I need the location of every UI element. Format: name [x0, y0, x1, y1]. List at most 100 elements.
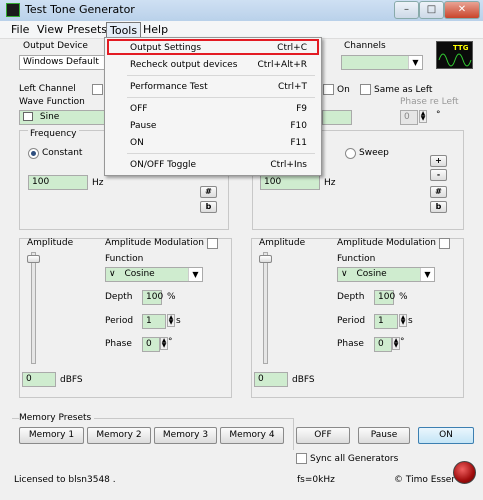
right-phase-unit: °	[400, 337, 405, 347]
right-sweep-label: Sweep	[359, 148, 389, 158]
sync-all-checkbox[interactable]	[296, 453, 307, 464]
right-flat-button[interactable]: b	[430, 201, 447, 213]
left-amplitude-label: Amplitude	[27, 238, 74, 248]
menu-item-label: ON/OFF Toggle	[130, 160, 197, 170]
memory-4-button[interactable]: Memory 4	[220, 427, 284, 444]
right-period-label: Period	[337, 316, 366, 326]
left-constant-radio[interactable]	[28, 148, 39, 159]
tools-menu-dropdown: Output Settings Ctrl+C Recheck output de…	[104, 37, 322, 176]
output-device-select[interactable]: Windows Default	[19, 55, 105, 70]
output-device-value: Windows Default	[23, 57, 99, 67]
right-function-select[interactable]: ∨ Cosine ▼	[337, 267, 435, 282]
menu-item-pause[interactable]: Pause F10	[105, 118, 321, 134]
scope-label: TTG	[453, 44, 469, 52]
phase-re-left-unit: °	[436, 110, 441, 120]
left-phase-input[interactable]: 0	[142, 337, 160, 352]
wave-function-label: Wave Function	[19, 97, 85, 107]
memory-1-button[interactable]: Memory 1	[19, 427, 84, 444]
right-sharp-button[interactable]: #	[430, 186, 447, 198]
right-minus-button[interactable]: -	[430, 169, 447, 181]
right-depth-label: Depth	[337, 292, 365, 302]
right-amplitude-unit: dBFS	[292, 375, 315, 385]
left-frequency-input[interactable]: 100	[28, 175, 88, 190]
menu-item-shortcut: F11	[290, 138, 307, 148]
left-flat-button[interactable]: b	[200, 201, 217, 213]
right-amplitude-input[interactable]: 0	[254, 372, 288, 387]
left-wave-value: Sine	[39, 112, 60, 122]
menu-view[interactable]: View	[34, 22, 66, 37]
left-phase-spinner[interactable]: ▲ ▼	[160, 337, 168, 350]
chevron-down-icon: ▼	[420, 268, 434, 281]
same-as-left-checkbox[interactable]	[360, 84, 371, 95]
channels-select[interactable]: ▼	[341, 55, 423, 70]
phase-re-left-input[interactable]: 0	[400, 110, 418, 125]
left-sharp-button[interactable]: #	[200, 186, 217, 198]
memory-3-button[interactable]: Memory 3	[154, 427, 217, 444]
menu-item-shortcut: F10	[290, 121, 307, 131]
right-frequency-input[interactable]: 100	[260, 175, 320, 190]
right-amplitude-slider-thumb[interactable]	[259, 255, 272, 263]
right-am-label: Amplitude Modulation	[337, 238, 436, 248]
menu-help[interactable]: Help	[140, 22, 171, 37]
left-period-input[interactable]: 1	[142, 314, 166, 329]
sync-all-label: Sync all Generators	[310, 454, 399, 464]
left-amplitude-input[interactable]: 0	[22, 372, 56, 387]
right-function-value: Cosine	[356, 269, 387, 279]
channels-label: Channels	[344, 41, 386, 51]
maximize-button[interactable]: □	[419, 1, 444, 19]
chevron-down-icon: ▼	[408, 56, 422, 69]
close-button[interactable]: ✕	[444, 1, 480, 19]
left-function-select[interactable]: ∨ Cosine ▼	[105, 267, 203, 282]
menu-item-label: Recheck output devices	[130, 60, 238, 70]
menu-item-on[interactable]: ON F11	[105, 135, 321, 151]
menu-item-shortcut: F9	[296, 104, 307, 114]
left-amplitude-slider-thumb[interactable]	[27, 255, 40, 263]
left-function-value: Cosine	[124, 269, 155, 279]
menu-item-performance-test[interactable]: Performance Test Ctrl+T	[105, 79, 321, 95]
menu-file[interactable]: File	[8, 22, 32, 37]
pause-button[interactable]: Pause	[358, 427, 410, 444]
on-button[interactable]: ON	[418, 427, 474, 444]
right-am-checkbox[interactable]	[439, 238, 450, 249]
left-amplitude-slider-track[interactable]	[31, 252, 36, 364]
right-phase-spinner[interactable]: ▲ ▼	[392, 337, 400, 350]
memory-2-button[interactable]: Memory 2	[87, 427, 151, 444]
menu-item-off[interactable]: OFF F9	[105, 101, 321, 117]
minimize-button[interactable]: –	[394, 1, 419, 19]
right-depth-input[interactable]: 100	[374, 290, 395, 305]
menu-separator	[127, 97, 315, 98]
right-wave-select[interactable]	[322, 110, 352, 125]
off-button[interactable]: OFF	[296, 427, 350, 444]
left-am-checkbox[interactable]	[207, 238, 218, 249]
right-period-input[interactable]: 1	[374, 314, 398, 329]
right-frequency-unit: Hz	[324, 178, 336, 188]
power-led-icon[interactable]	[453, 461, 476, 484]
menu-item-onoff-toggle[interactable]: ON/OFF Toggle Ctrl+Ins	[105, 157, 321, 173]
right-period-unit: s	[408, 316, 413, 326]
menu-presets[interactable]: Presets	[64, 22, 110, 37]
cosine-wave-icon: ∨	[341, 269, 348, 279]
app-icon	[6, 3, 20, 17]
left-frequency-label: Frequency	[28, 129, 79, 139]
right-channel-checkbox[interactable]	[323, 84, 334, 95]
right-period-spinner[interactable]: ▲ ▼	[399, 314, 407, 327]
right-plus-button[interactable]: +	[430, 155, 447, 167]
right-sweep-radio[interactable]	[345, 148, 356, 159]
right-amplitude-slider-track[interactable]	[263, 252, 268, 364]
left-amplitude-unit: dBFS	[60, 375, 83, 385]
right-phase-input[interactable]: 0	[374, 337, 392, 352]
menu-item-label: OFF	[130, 104, 148, 114]
menu-item-label: Performance Test	[130, 82, 208, 92]
menu-item-recheck-devices[interactable]: Recheck output devices Ctrl+Alt+R	[105, 57, 321, 73]
output-settings-highlight	[107, 39, 319, 55]
left-depth-input[interactable]: 100	[142, 290, 163, 305]
left-wave-select[interactable]: Sine	[19, 110, 105, 125]
left-period-spinner[interactable]: ▲ ▼	[167, 314, 175, 327]
sine-wave-icon	[23, 112, 33, 121]
left-am-label: Amplitude Modulation	[105, 238, 204, 248]
menu-item-shortcut: Ctrl+Alt+R	[257, 60, 307, 70]
phase-re-left-spinner[interactable]: ▲ ▼	[419, 110, 427, 123]
cosine-wave-icon: ∨	[109, 269, 116, 279]
left-frequency-unit: Hz	[92, 178, 104, 188]
left-channel-checkbox[interactable]	[92, 84, 103, 95]
